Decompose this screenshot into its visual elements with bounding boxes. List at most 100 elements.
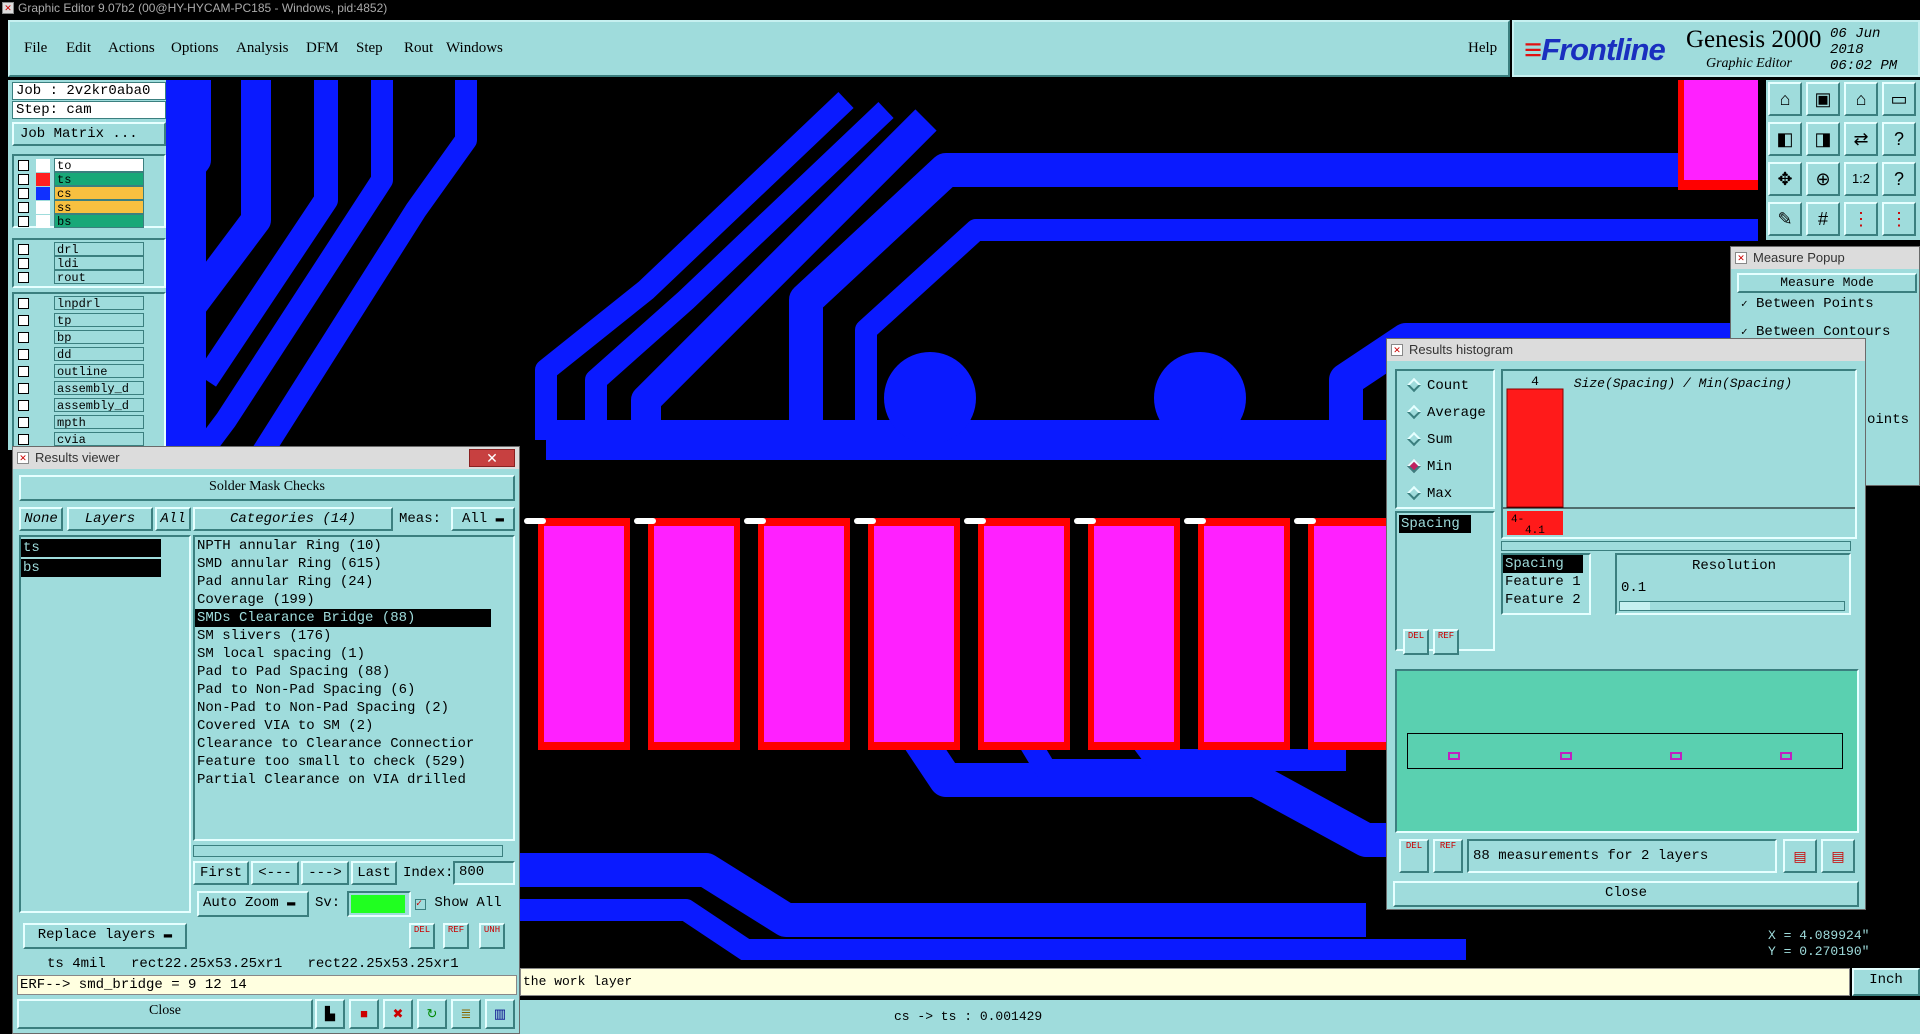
measure-list-item[interactable]: Spacing [1399, 515, 1471, 533]
mode-max[interactable]: Max [1406, 485, 1452, 503]
prev-view-icon[interactable]: ◧ [1768, 122, 1802, 156]
window-icon[interactable]: ▭ [1882, 82, 1916, 116]
close-icon[interactable]: ✕ [469, 449, 515, 467]
layer-name[interactable]: ss [54, 200, 144, 214]
bridge-marker[interactable] [964, 518, 986, 524]
layer-color-swatch[interactable] [36, 331, 50, 344]
histogram-bar[interactable] [1506, 388, 1564, 508]
result-layer-item[interactable]: bs [21, 559, 161, 577]
next-view-icon[interactable]: ◨ [1806, 122, 1840, 156]
layer-row[interactable]: outline [14, 363, 164, 379]
mode-count[interactable]: Count [1406, 377, 1469, 395]
layer-checkbox[interactable] [18, 417, 29, 428]
snap2-icon[interactable]: ⋮ [1882, 202, 1916, 236]
layer-checkbox[interactable] [18, 349, 29, 360]
stop-icon[interactable]: ■ [349, 999, 379, 1029]
menu-step[interactable]: Step [356, 40, 383, 57]
house-icon[interactable]: ⌂ [1844, 82, 1878, 116]
none-button[interactable]: None [19, 507, 63, 531]
layer-color-swatch[interactable] [36, 297, 50, 310]
result-layers-list[interactable]: ts bs [19, 535, 191, 913]
layer-checkbox[interactable] [18, 315, 29, 326]
menu-help[interactable]: Help [1468, 40, 1497, 57]
first-button[interactable]: First [193, 861, 249, 885]
measure-icon[interactable]: ✎ [1768, 202, 1802, 236]
layer-color-swatch[interactable] [36, 314, 50, 327]
menu-actions[interactable]: Actions [108, 40, 155, 57]
resolution-slider[interactable] [1619, 601, 1845, 611]
index-field[interactable]: 800 [453, 861, 515, 885]
scale-1-2-icon[interactable]: 1:2 [1844, 162, 1878, 196]
print-icon[interactable]: ▤ [1821, 839, 1855, 873]
ref-button[interactable]: REF [443, 923, 469, 949]
results-close-button[interactable]: Close [17, 999, 313, 1029]
layer-checkbox[interactable] [18, 272, 29, 283]
layer-checkbox[interactable] [18, 202, 29, 213]
layers-button[interactable]: Layers [67, 507, 153, 531]
layer-checkbox[interactable] [18, 160, 29, 171]
layer-name[interactable]: bp [54, 330, 144, 344]
layer-name[interactable]: tp [54, 313, 144, 327]
layer-name[interactable]: ldi [54, 256, 144, 270]
unit-dropdown[interactable]: Inch [1852, 968, 1920, 996]
measure-option-partial[interactable]: oints [1867, 411, 1909, 429]
last-button[interactable]: Last [351, 861, 397, 885]
mode-min[interactable]: Min [1406, 458, 1452, 476]
help-icon[interactable]: ? [1882, 162, 1916, 196]
category-item[interactable]: SMD annular Ring (615) [195, 555, 491, 573]
category-item[interactable]: Feature too small to check (529) [195, 753, 491, 771]
cancel-icon[interactable]: ✖ [383, 999, 413, 1029]
layer-color-swatch[interactable] [36, 433, 50, 446]
layer-checkbox[interactable] [18, 298, 29, 309]
layer-name[interactable]: ts [54, 172, 144, 186]
hist-ref2-button[interactable]: REF [1433, 839, 1463, 873]
layer-checkbox[interactable] [18, 332, 29, 343]
layer-name[interactable]: bs [54, 214, 144, 228]
query-icon[interactable]: ? [1882, 122, 1916, 156]
bridge-marker[interactable] [1074, 518, 1096, 524]
category-item[interactable]: SM slivers (176) [195, 627, 491, 645]
layer-checkbox[interactable] [18, 188, 29, 199]
export-icon[interactable]: ▤ [1783, 839, 1817, 873]
layer-row[interactable]: assembly_d [14, 380, 164, 396]
between-points-option[interactable]: ✓ Between Points [1741, 295, 1874, 314]
hist-del-button[interactable]: DEL [1403, 629, 1429, 655]
show-all-checkbox[interactable]: ✓ Show All [415, 895, 502, 911]
layer-color-swatch[interactable] [36, 365, 50, 378]
layer-color-swatch[interactable] [36, 271, 50, 284]
category-item[interactable]: Pad annular Ring (24) [195, 573, 491, 591]
layer-checkbox[interactable] [18, 400, 29, 411]
fit-icon[interactable]: ✥ [1768, 162, 1802, 196]
meas-dropdown[interactable]: All ▬ [451, 507, 515, 531]
category-item[interactable]: SMDs Clearance Bridge (88) [195, 609, 491, 627]
menu-rout[interactable]: Rout [404, 40, 433, 57]
field-spacing[interactable]: Spacing [1503, 555, 1583, 573]
layer-name[interactable]: assembly_d [54, 398, 144, 412]
bridge-marker[interactable] [1294, 518, 1316, 524]
category-item[interactable]: NPTH annular Ring (10) [195, 537, 491, 555]
sv-color-dropdown[interactable] [347, 891, 411, 917]
layer-checkbox[interactable] [18, 366, 29, 377]
bridge-marker[interactable] [524, 518, 546, 524]
snap-icon[interactable]: ⋮ [1844, 202, 1878, 236]
category-item[interactable]: Pad to Pad Spacing (88) [195, 663, 491, 681]
result-layer-item[interactable]: ts [21, 539, 161, 557]
field-feature-2[interactable]: Feature 2 [1503, 591, 1589, 609]
histogram-close-button[interactable]: Close [1393, 881, 1859, 907]
menu-dfm[interactable]: DFM [306, 40, 339, 57]
layer-checkbox[interactable] [18, 244, 29, 255]
mode-sum[interactable]: Sum [1406, 431, 1452, 449]
menu-options[interactable]: Options [171, 40, 219, 57]
menu-edit[interactable]: Edit [66, 40, 91, 57]
layer-checkbox[interactable] [18, 258, 29, 269]
mode-average[interactable]: Average [1406, 404, 1486, 422]
layer-row[interactable]: lnpdrl [14, 295, 164, 311]
category-item[interactable]: Clearance to Clearance Connectior [195, 735, 491, 753]
layer-name[interactable]: mpth [54, 415, 144, 429]
layer-checkbox[interactable] [18, 434, 29, 445]
layer-color-swatch[interactable] [36, 348, 50, 361]
replace-layers-dropdown[interactable]: Replace layers ▬ [23, 923, 187, 949]
layer-color-swatch[interactable] [36, 416, 50, 429]
layer-checkbox[interactable] [18, 216, 29, 227]
open-icon[interactable]: ▣ [1806, 82, 1840, 116]
